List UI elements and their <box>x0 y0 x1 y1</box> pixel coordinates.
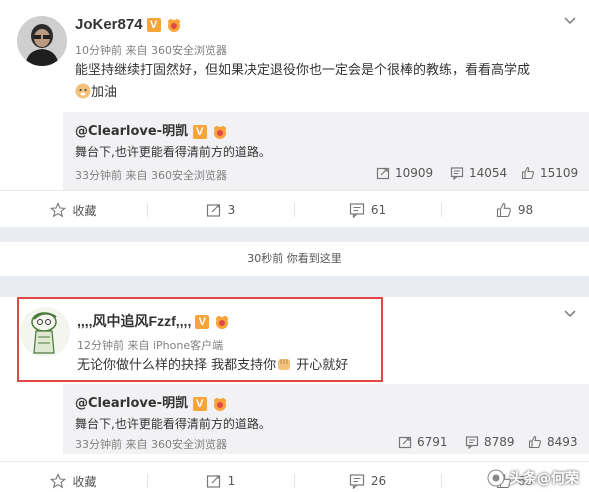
username[interactable]: JoKer874 V <box>75 16 183 33</box>
thumbs-up-icon <box>496 202 511 218</box>
verified-badge-icon: V <box>192 396 207 411</box>
quoted-comment-count[interactable]: 8789 <box>465 435 515 449</box>
repost-icon <box>206 204 220 217</box>
quoted-comment-count[interactable]: 14054 <box>450 166 507 180</box>
username-text[interactable]: JoKer874 <box>75 16 143 33</box>
post-content-line-1: 能坚持继续打固然好，但如果决定退役你也一定会是个很棒的教练，看看高学成 <box>75 63 531 78</box>
quoted-like-count[interactable]: 15109 <box>521 166 578 180</box>
watermark-text: 头条@何荣 <box>509 471 579 487</box>
quoted-username-text[interactable]: @Clearlove-明凯 <box>75 396 188 411</box>
quoted-comment-count-text: 14054 <box>469 166 508 180</box>
quoted-post[interactable]: @Clearlove-明凯 V 舞台下,也许更能看得清前方的道路。 33分钟前 … <box>63 384 589 454</box>
favorite-label: 收藏 <box>72 203 97 218</box>
repost-count: 1 <box>227 474 236 488</box>
favorite-button[interactable]: 收藏 <box>0 191 147 229</box>
quoted-comment-count-text: 8789 <box>484 435 515 449</box>
watermark: 头条@何荣 <box>487 468 579 488</box>
post-content-line-2: 加油 <box>75 82 530 104</box>
quoted-repost-count[interactable]: 6791 <box>398 435 448 449</box>
quoted-text: 舞台下,也许更能看得清前方的道路。 <box>75 417 271 431</box>
highlight-box <box>17 297 383 382</box>
comment-count: 61 <box>370 203 387 217</box>
quoted-text: 舞台下,也许更能看得清前方的道路。 <box>75 145 271 159</box>
favorite-label: 收藏 <box>72 474 97 489</box>
quoted-like-count-text: 8493 <box>547 435 578 449</box>
thumbs-up-icon <box>521 166 534 180</box>
quoted-meta: 33分钟前 来自 360安全浏览器 <box>75 438 227 451</box>
quoted-repost-count-text: 6791 <box>417 435 448 449</box>
vip-badge-icon <box>167 19 180 33</box>
repost-button[interactable]: 3 <box>147 191 294 229</box>
post-meta: 10分钟前 来自 360安全浏览器 <box>75 44 227 57</box>
like-button[interactable]: 98 <box>441 191 588 229</box>
action-bar: 收藏 3 61 98 <box>0 190 589 228</box>
comment-count: 26 <box>370 474 387 488</box>
post-content: 能坚持继续打固然好，但如果决定退役你也一定会是个很棒的教练，看看高学成 加油 <box>75 60 530 104</box>
thumbs-up-icon <box>528 435 541 449</box>
quoted-like-count-text: 15109 <box>540 166 579 180</box>
star-icon <box>50 473 67 489</box>
quoted-username[interactable]: @Clearlove-明凯 V <box>75 120 229 140</box>
watermark-logo-icon <box>487 469 505 487</box>
seen-here-notice[interactable]: 30秒前 你看到这里 <box>0 242 589 276</box>
repost-icon <box>206 475 220 488</box>
comment-button[interactable]: 61 <box>294 191 441 229</box>
comment-button[interactable]: 26 <box>294 462 441 492</box>
quoted-username-text[interactable]: @Clearlove-明凯 <box>75 124 188 139</box>
comment-icon <box>450 167 464 180</box>
comment-icon <box>465 436 479 449</box>
post-card-1: JoKer874 V 10分钟前 来自 360安全浏览器 能坚持继续打固然好，但… <box>0 0 589 227</box>
quoted-like-count[interactable]: 8493 <box>528 435 578 449</box>
chevron-down-icon[interactable] <box>563 307 577 321</box>
doge-emoji-icon <box>75 83 91 99</box>
vip-badge-icon <box>214 397 227 411</box>
repost-icon <box>376 167 390 180</box>
verified-badge-icon: V <box>146 18 161 33</box>
star-icon <box>50 202 67 218</box>
vip-badge-icon <box>214 125 227 139</box>
quoted-repost-count[interactable]: 10909 <box>376 166 433 180</box>
favorite-button[interactable]: 收藏 <box>0 462 147 492</box>
quoted-repost-count-text: 10909 <box>395 166 434 180</box>
quoted-post[interactable]: @Clearlove-明凯 V 舞台下,也许更能看得清前方的道路。 33分钟前 … <box>63 112 589 190</box>
comment-icon <box>349 474 364 489</box>
repost-button[interactable]: 1 <box>147 462 294 492</box>
avatar[interactable] <box>17 16 67 66</box>
like-count: 98 <box>517 203 534 217</box>
repost-count: 3 <box>227 203 236 217</box>
verified-badge-icon: V <box>192 124 207 139</box>
quoted-username[interactable]: @Clearlove-明凯 V <box>75 392 229 412</box>
post-content-line-2-text: 加油 <box>91 85 118 100</box>
quoted-meta: 33分钟前 来自 360安全浏览器 <box>75 169 227 182</box>
repost-icon <box>398 436 412 449</box>
chevron-down-icon[interactable] <box>563 14 577 28</box>
comment-icon <box>349 203 364 218</box>
